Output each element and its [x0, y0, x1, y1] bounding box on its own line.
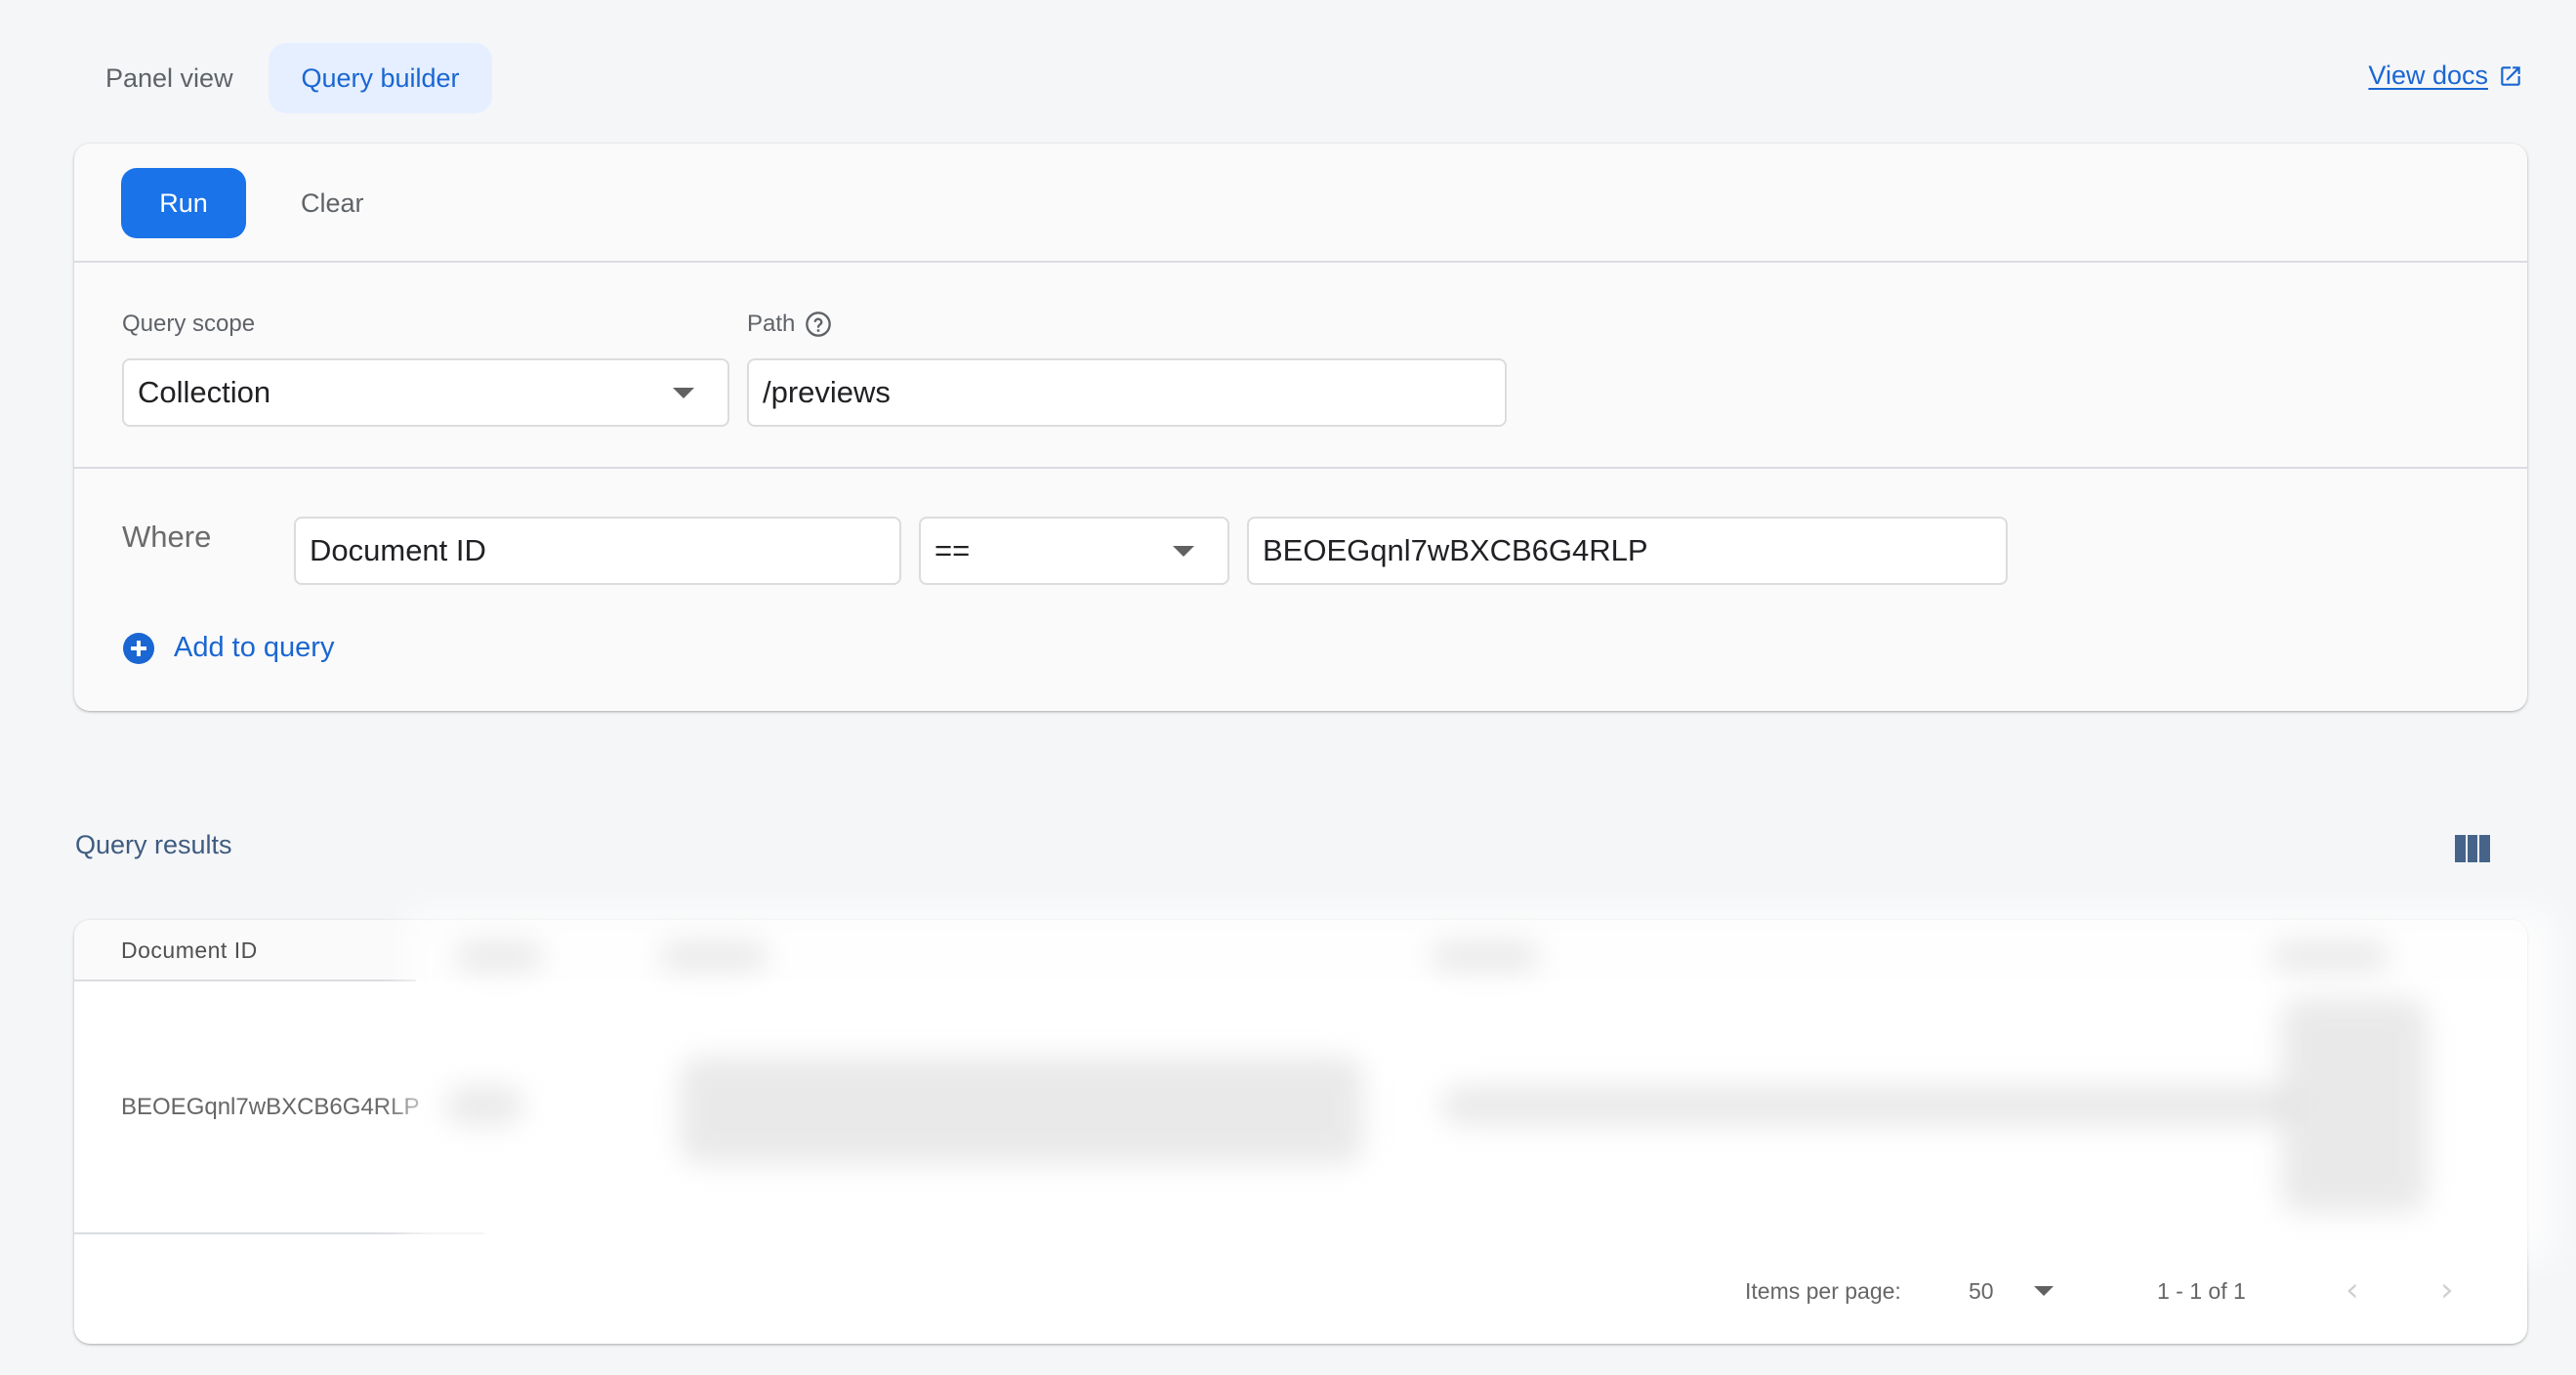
page-range-label: 1 - 1 of 1 [2157, 1277, 2246, 1304]
blurred-header [660, 941, 768, 971]
cell-document-id: BEOEGqnl7wBXCB6G4RLP [121, 1094, 420, 1120]
chevron-down-icon [1173, 546, 1194, 557]
path-input[interactable]: /previews [747, 358, 1507, 427]
column-bar [2479, 835, 2491, 862]
blurred-header [455, 941, 543, 971]
add-to-query-label: Add to query [174, 632, 335, 663]
chevron-down-icon[interactable] [2034, 1286, 2054, 1296]
column-header-document-id[interactable]: Document ID [121, 920, 258, 980]
query-scope-label: Query scope [122, 310, 255, 339]
where-value-input[interactable]: BEOEGqnl7wBXCB6G4RLP [1247, 517, 2008, 585]
view-docs-link[interactable]: View docs [2368, 61, 2523, 91]
query-results-title: Query results [75, 830, 232, 859]
path-label-text: Path [747, 311, 796, 337]
help-circle-icon[interactable] [805, 311, 832, 338]
blurred-header [2271, 941, 2389, 971]
where-operator-value: == [935, 533, 971, 567]
toolbar-divider [74, 261, 2527, 263]
blurred-cell [445, 1086, 523, 1125]
blurred-header [1432, 941, 1539, 971]
blurred-cell [1441, 1086, 2301, 1125]
chevron-right-icon[interactable]: › [2440, 1273, 2454, 1307]
tab-query-builder[interactable]: Query builder [269, 43, 492, 113]
scope-divider [74, 467, 2527, 469]
table-row[interactable]: BEOEGqnl7wBXCB6G4RLP [121, 1088, 419, 1127]
where-field-input[interactable]: Document ID [294, 517, 901, 585]
where-label: Where [122, 520, 212, 554]
query-scope-value: Collection [138, 375, 271, 409]
tab-query-builder-label: Query builder [301, 62, 460, 93]
where-value-text: BEOEGqnl7wBXCB6G4RLP [1263, 533, 1648, 567]
view-docs-label: View docs [2368, 61, 2488, 90]
items-per-page-label: Items per page: [1745, 1277, 1901, 1304]
path-label: Path [747, 310, 832, 339]
view-column-icon[interactable] [2455, 835, 2491, 862]
query-scope-label-text: Query scope [122, 311, 256, 337]
where-field-value: Document ID [310, 533, 486, 567]
add-circle-icon [123, 632, 154, 664]
chevron-down-icon [673, 388, 694, 398]
path-value: /previews [763, 375, 891, 409]
tab-panel-view-label: Panel view [105, 62, 233, 93]
open-in-new-icon [2501, 65, 2520, 86]
add-to-query-button[interactable]: Add to query [123, 632, 334, 664]
page-size-select[interactable]: 50 [1969, 1271, 1994, 1311]
column-bar [2455, 835, 2466, 862]
chevron-left-icon[interactable]: ‹ [2346, 1273, 2359, 1307]
column-bar [2467, 835, 2478, 862]
query-builder-card: Run Clear Query scope Collection Path /p… [74, 144, 2527, 711]
blurred-cell [680, 1057, 1363, 1164]
blurred-cell [2281, 998, 2428, 1213]
tab-panel-view[interactable]: Panel view [88, 43, 251, 113]
results-table-card: Document ID BEOEGqnl7wBXCB6G4RLP Items p… [74, 910, 2555, 1344]
run-button[interactable]: Run [121, 168, 246, 238]
clear-button[interactable]: Clear [277, 168, 388, 238]
where-operator-select[interactable]: == [919, 517, 1229, 585]
header-divider [74, 979, 416, 981]
query-scope-select[interactable]: Collection [122, 358, 729, 427]
